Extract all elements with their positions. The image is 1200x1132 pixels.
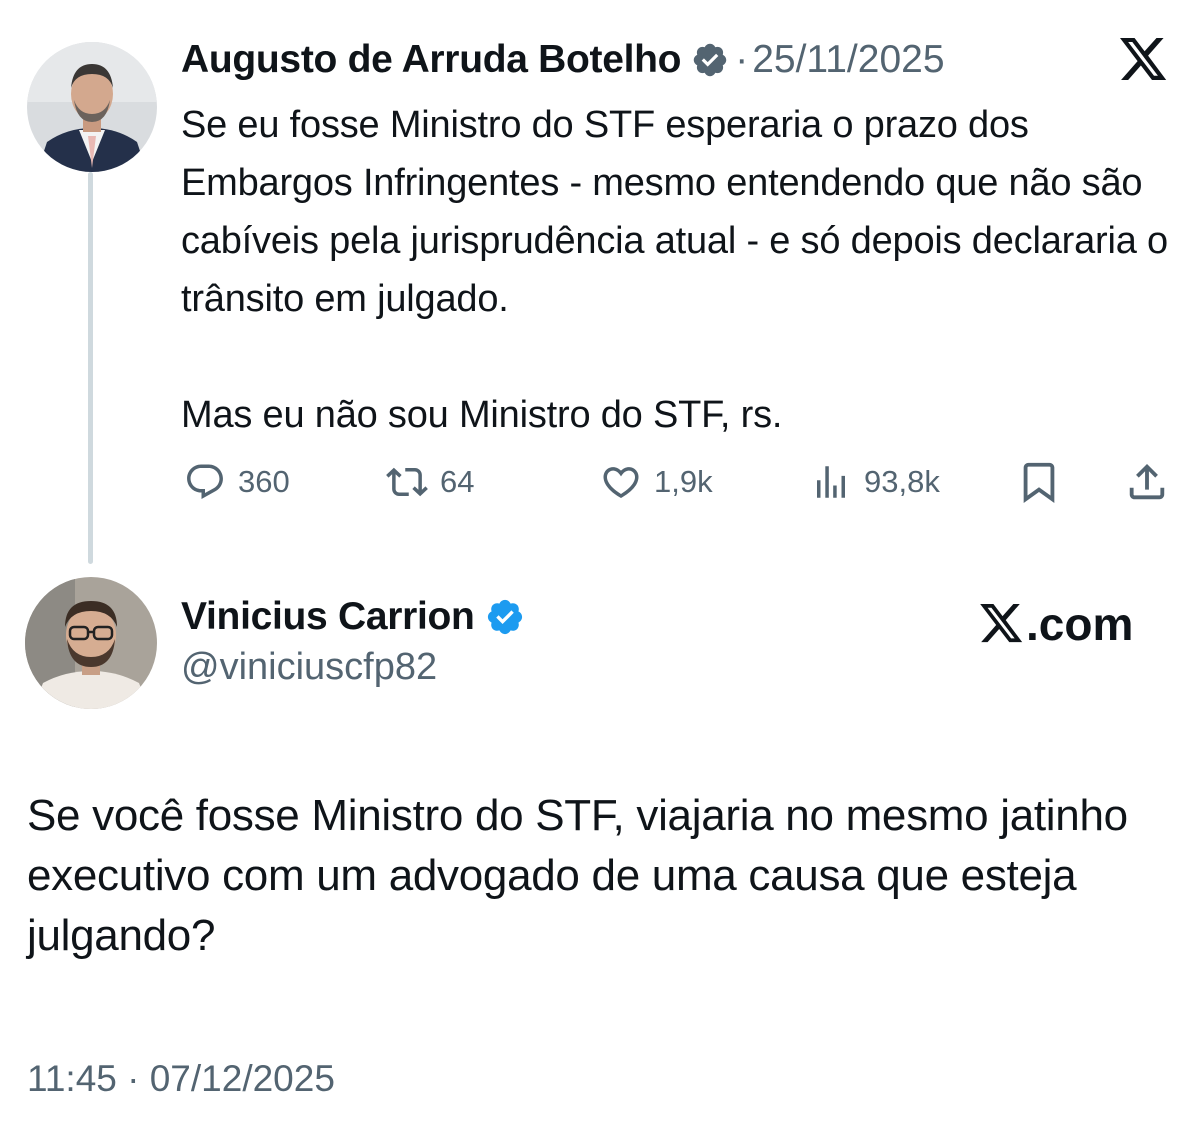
share-button[interactable] xyxy=(1124,459,1170,505)
quoted-author-avatar[interactable] xyxy=(27,42,157,172)
like-button[interactable]: 1,9k xyxy=(600,459,713,505)
views-count: 93,8k xyxy=(864,464,940,499)
views-button[interactable]: 93,8k xyxy=(810,459,940,505)
tweet-timestamp[interactable]: 11:45 · 07/12/2025 xyxy=(27,1058,335,1100)
repost-icon xyxy=(386,467,428,497)
quoted-author-name[interactable]: Augusto de Arruda Botelho xyxy=(181,38,682,82)
author-avatar[interactable] xyxy=(25,577,157,709)
x-logo-icon xyxy=(980,604,1023,643)
x-logo-icon[interactable] xyxy=(1120,38,1168,82)
header-separator: · xyxy=(735,38,749,81)
x-com-watermark: .com xyxy=(980,596,1133,652)
views-icon xyxy=(817,466,845,498)
quoted-tweet-header: Augusto de Arruda Botelho · 25/11/2025 xyxy=(181,34,945,86)
reply-count: 360 xyxy=(238,464,290,499)
repost-button[interactable]: 64 xyxy=(386,459,474,505)
x-com-text: .com xyxy=(1026,598,1134,650)
thread-connector-line xyxy=(88,172,93,564)
repost-count: 64 xyxy=(440,464,475,499)
reply-button[interactable]: 360 xyxy=(184,459,290,505)
reply-icon xyxy=(187,464,223,499)
quoted-tweet-date[interactable]: 25/11/2025 xyxy=(752,38,944,82)
quoted-tweet-paragraph-2: Mas eu não sou Ministro do STF, rs. xyxy=(181,394,783,436)
tweet-text: Se você fosse Ministro do STF, viajaria … xyxy=(27,791,1128,960)
author-name[interactable]: Vinicius Carrion xyxy=(181,595,475,639)
verified-badge-icon xyxy=(487,599,522,635)
bookmark-icon xyxy=(1023,462,1055,503)
quoted-tweet-paragraph-1: Se eu fosse Ministro do STF esperaria o … xyxy=(181,104,1168,320)
bookmark-button[interactable] xyxy=(1016,459,1062,505)
like-icon xyxy=(603,467,639,499)
verified-badge-icon xyxy=(693,43,727,77)
quoted-tweet-text: Se eu fosse Ministro do STF esperaria o … xyxy=(181,96,1191,444)
like-count: 1,9k xyxy=(654,464,713,499)
author-handle[interactable]: @viniciuscfp82 xyxy=(181,646,437,689)
share-icon xyxy=(1129,463,1165,500)
author-name-row: Vinicius Carrion xyxy=(181,592,525,642)
